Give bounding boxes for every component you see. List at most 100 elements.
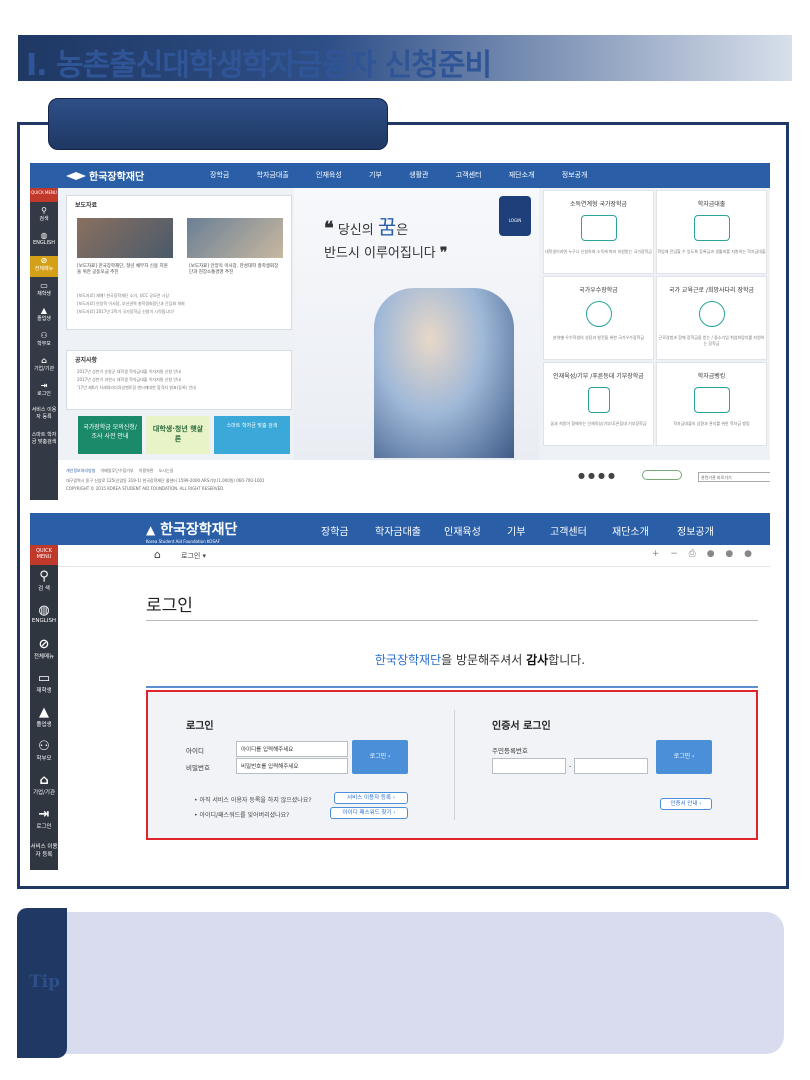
home-nav-item[interactable]: 재단소개 [509, 171, 535, 179]
notice-item[interactable]: 2017년 상반기 순창군 대학생 학자금대출 이자지원 신청 안내 [67, 368, 291, 376]
find-id-pw-button[interactable]: 아이디 패스워드 찾기 › [330, 807, 408, 819]
footer-link[interactable]: 이메일무단수집거부 [101, 468, 134, 473]
footer-links: 개인정보처리방침 이메일무단수집거부 이용약관 오시는길 [66, 468, 173, 474]
rrn-front-input[interactable] [492, 758, 566, 774]
login-logo[interactable]: ▲ 한국장학재단 Korea Student Aid Foundation KO… [146, 519, 237, 544]
nav-item[interactable]: 인재육성 [444, 523, 481, 538]
press-list-item[interactable]: [보도자료] 재해! 한국장학재단 소기, UCC 공모전 시상 [67, 292, 293, 300]
family-site-select[interactable]: 관련기관 바로가기 [698, 472, 770, 482]
service-cell[interactable]: 국가 교육근로 /희망사다리 장학금 근로경험과 함께 장학금을 받는 / 중소기… [656, 276, 767, 360]
nav-item[interactable]: 장학금 [321, 523, 349, 538]
banner-sunshine-loan[interactable]: 대학생·청년 햇살론 [146, 416, 210, 454]
quick-item-search[interactable]: ⚲ 검색 [30, 206, 58, 227]
building-icon: ⌂ [39, 773, 49, 788]
compass-icon: ⊘ [38, 637, 50, 652]
nav-item[interactable]: 학자금대출 [375, 523, 421, 538]
banner-national-scholarship[interactable]: 국가장학금 모의신청/조사 사전 안내 [78, 416, 142, 454]
quick-item-login[interactable]: ⇥ 로그인 [30, 381, 58, 402]
home-nav-item[interactable]: 정보공개 [562, 171, 588, 179]
social-icons[interactable]: ●●●● [578, 471, 618, 480]
nav-item[interactable]: 고객센터 [550, 523, 587, 538]
quick-item-smart[interactable]: 스마트 학자금 맞춤검색 [30, 431, 58, 452]
footer-link[interactable]: 오시는길 [159, 468, 174, 473]
quick-item-all-menu[interactable]: ⊘ 전체메뉴 [30, 256, 58, 277]
quick-item-student[interactable]: ▭ 재학생 [30, 281, 58, 302]
quick-item-student[interactable]: ▭ 재학생 [30, 667, 58, 701]
nav-item[interactable]: 재단소개 [612, 523, 649, 538]
globe-icon: ◍ [38, 603, 50, 618]
quick-item-english[interactable]: ◍ ENGLISH [30, 599, 58, 633]
press-list-item[interactable]: [보도자료] 2017년 2학기 국가장학금 신청이 시작됩니다! [67, 308, 293, 316]
search-icon: ⚲ [41, 206, 47, 215]
quick-item-search[interactable]: ⚲ 검 색 [30, 565, 58, 599]
quick-item-parent[interactable]: ⚇ 학부모 [30, 331, 58, 352]
compass-icon: ⊘ [40, 256, 48, 265]
service-cell[interactable]: 소득연계형 국가장학금 대학생이라면 누구나 신청하여 소득에 따라 지원받는 국… [543, 190, 654, 274]
quick-item-login[interactable]: ⇥ 로그인 [30, 803, 58, 837]
welcome-message: 한국장학재단을 방문해주셔서 감사합니다. [374, 653, 586, 667]
nav-item[interactable]: 정보공개 [677, 523, 714, 538]
press-photo[interactable] [77, 218, 173, 258]
home-icon[interactable]: ⌂ [154, 548, 161, 561]
page-tools[interactable]: + − ⎙ ● ● ● [652, 549, 756, 559]
hero-people-image [374, 288, 514, 458]
id-input[interactable]: 아이디를 입력해주세요 [236, 741, 348, 757]
find-note: • 아이디/패스워드를 잊어버리셨나요? [194, 812, 290, 819]
home-logo[interactable]: 한국장학재단 [66, 168, 144, 183]
press-list-item[interactable]: [보도자료] 안양옥 이사장, 부산권역 총학생회장단과 간담회 개최 [67, 300, 293, 308]
quick-item-register[interactable]: 서비스 이용자 등록 [30, 837, 58, 870]
home-nav-item[interactable]: 학자금대출 [257, 171, 289, 179]
panel-top-rule [146, 686, 758, 688]
cap-icon: ▲ [146, 523, 156, 537]
tip-label: Tip [29, 972, 60, 992]
quick-menu-label: QUICK MENU [30, 188, 58, 202]
press-box: 보도자료 [보도자료] 한국장학재단, 청년 채무자 신용 지원을 위한 공동모… [66, 195, 292, 330]
home-nav-item[interactable]: 장학금 [210, 171, 229, 179]
register-button[interactable]: 서비스 이용자 등록 › [334, 792, 408, 804]
section-tab [48, 98, 388, 150]
notice-item[interactable]: '17년 제6기 차세대리더육성멘토링 멘티에대한 합격자 발표(등록) 안내 [67, 384, 291, 392]
press-caption[interactable]: [보도자료] 안양옥 이사장, 한성대학 총학생회장단과 현장소통경영 추진 [179, 262, 291, 276]
quick-item-graduate[interactable]: ▲ 졸업생 [30, 701, 58, 735]
cap-icon [66, 172, 86, 182]
login-button[interactable]: 로그인 › [352, 740, 408, 774]
home-nav-item[interactable]: 고객센터 [456, 171, 482, 179]
book-icon: ▭ [40, 281, 48, 290]
home-nav-item[interactable]: 기부 [369, 171, 382, 179]
service-cell[interactable]: 학자금뱅킹 학자금대출의 상환과 관리를 위한 학자금 뱅킹 [656, 362, 767, 446]
cap-icon: ▲ [40, 306, 48, 315]
page-title: 로그인 [146, 596, 193, 616]
press-photo[interactable] [187, 218, 283, 258]
cert-login-button[interactable]: 로그인 › [656, 740, 712, 774]
quick-item-graduate[interactable]: ▲ 졸업생 [30, 306, 58, 327]
tip-box [34, 912, 784, 1054]
password-input[interactable]: 비밀번호를 입력해주세요 [236, 758, 348, 774]
logo-subtitle: Korea Student Aid Foundation KOSAF [146, 539, 221, 544]
breadcrumb-current[interactable]: 로그인 ▾ [181, 551, 206, 561]
nav-item[interactable]: 기부 [507, 523, 525, 538]
home-quick-menu: QUICK MENU ⚲ 검색 ◍ ENGLISH ⊘ 전체메뉴 ▭ 재학생 ▲ 졸업생 … [30, 188, 58, 500]
quick-item-company[interactable]: ⌂ 기업/기관 [30, 769, 58, 803]
rrn-dash: - [569, 762, 572, 770]
quick-item-company[interactable]: ⌂ 기업/기관 [30, 356, 58, 377]
quick-item-register[interactable]: 서비스 이용자 등록 [30, 406, 58, 427]
home-nav-item[interactable]: 인재육성 [316, 171, 342, 179]
rrn-back-input[interactable] [574, 758, 648, 774]
building-icon [580, 215, 617, 241]
footer-link[interactable]: 개인정보처리방침 [66, 468, 95, 473]
banner-smart-search[interactable]: 스마트 학자금 맞춤 검색 [214, 416, 290, 454]
doc-title-bar: I. 농촌출신대학생학자금융자 신청준비 [18, 35, 792, 83]
quick-item-english[interactable]: ◍ ENGLISH [30, 231, 58, 252]
quick-item-parent[interactable]: ⚇ 학부모 [30, 735, 58, 769]
cert-guide-button[interactable]: 인증서 안내 › [660, 798, 712, 810]
home-nav: 장학금 학자금대출 인재육성 기부 생활관 고객센터 재단소개 정보공개 [210, 170, 612, 180]
footer-link[interactable]: 이용약관 [139, 468, 154, 473]
hero-login-badge[interactable]: LOGIN [499, 196, 531, 236]
press-caption[interactable]: [보도자료] 한국장학재단, 청년 채무자 신용 지원을 위한 공동모금 추진 [67, 262, 179, 276]
home-nav-item[interactable]: 생활관 [409, 171, 428, 179]
service-cell[interactable]: 인재육성/기부 /푸른등대 기부장학금 꿈과 희망이 함께하는 인재육성/기부/푸… [543, 362, 654, 446]
service-cell[interactable]: 국가우수장학금 분야별 우수학생의 성장과 발전을 위한 국가우수장학금 [543, 276, 654, 360]
rrn-label: 주민등록번호 [492, 747, 528, 755]
notice-item[interactable]: 2017년 상반기 과천시 대학생 학자금대출 이자지원 신청 안내 [67, 376, 291, 384]
service-cell[interactable]: 학자금대출 학업에 전념할 수 있도록 등록금과 생활비를 지원하는 학자금대출 [656, 190, 767, 274]
